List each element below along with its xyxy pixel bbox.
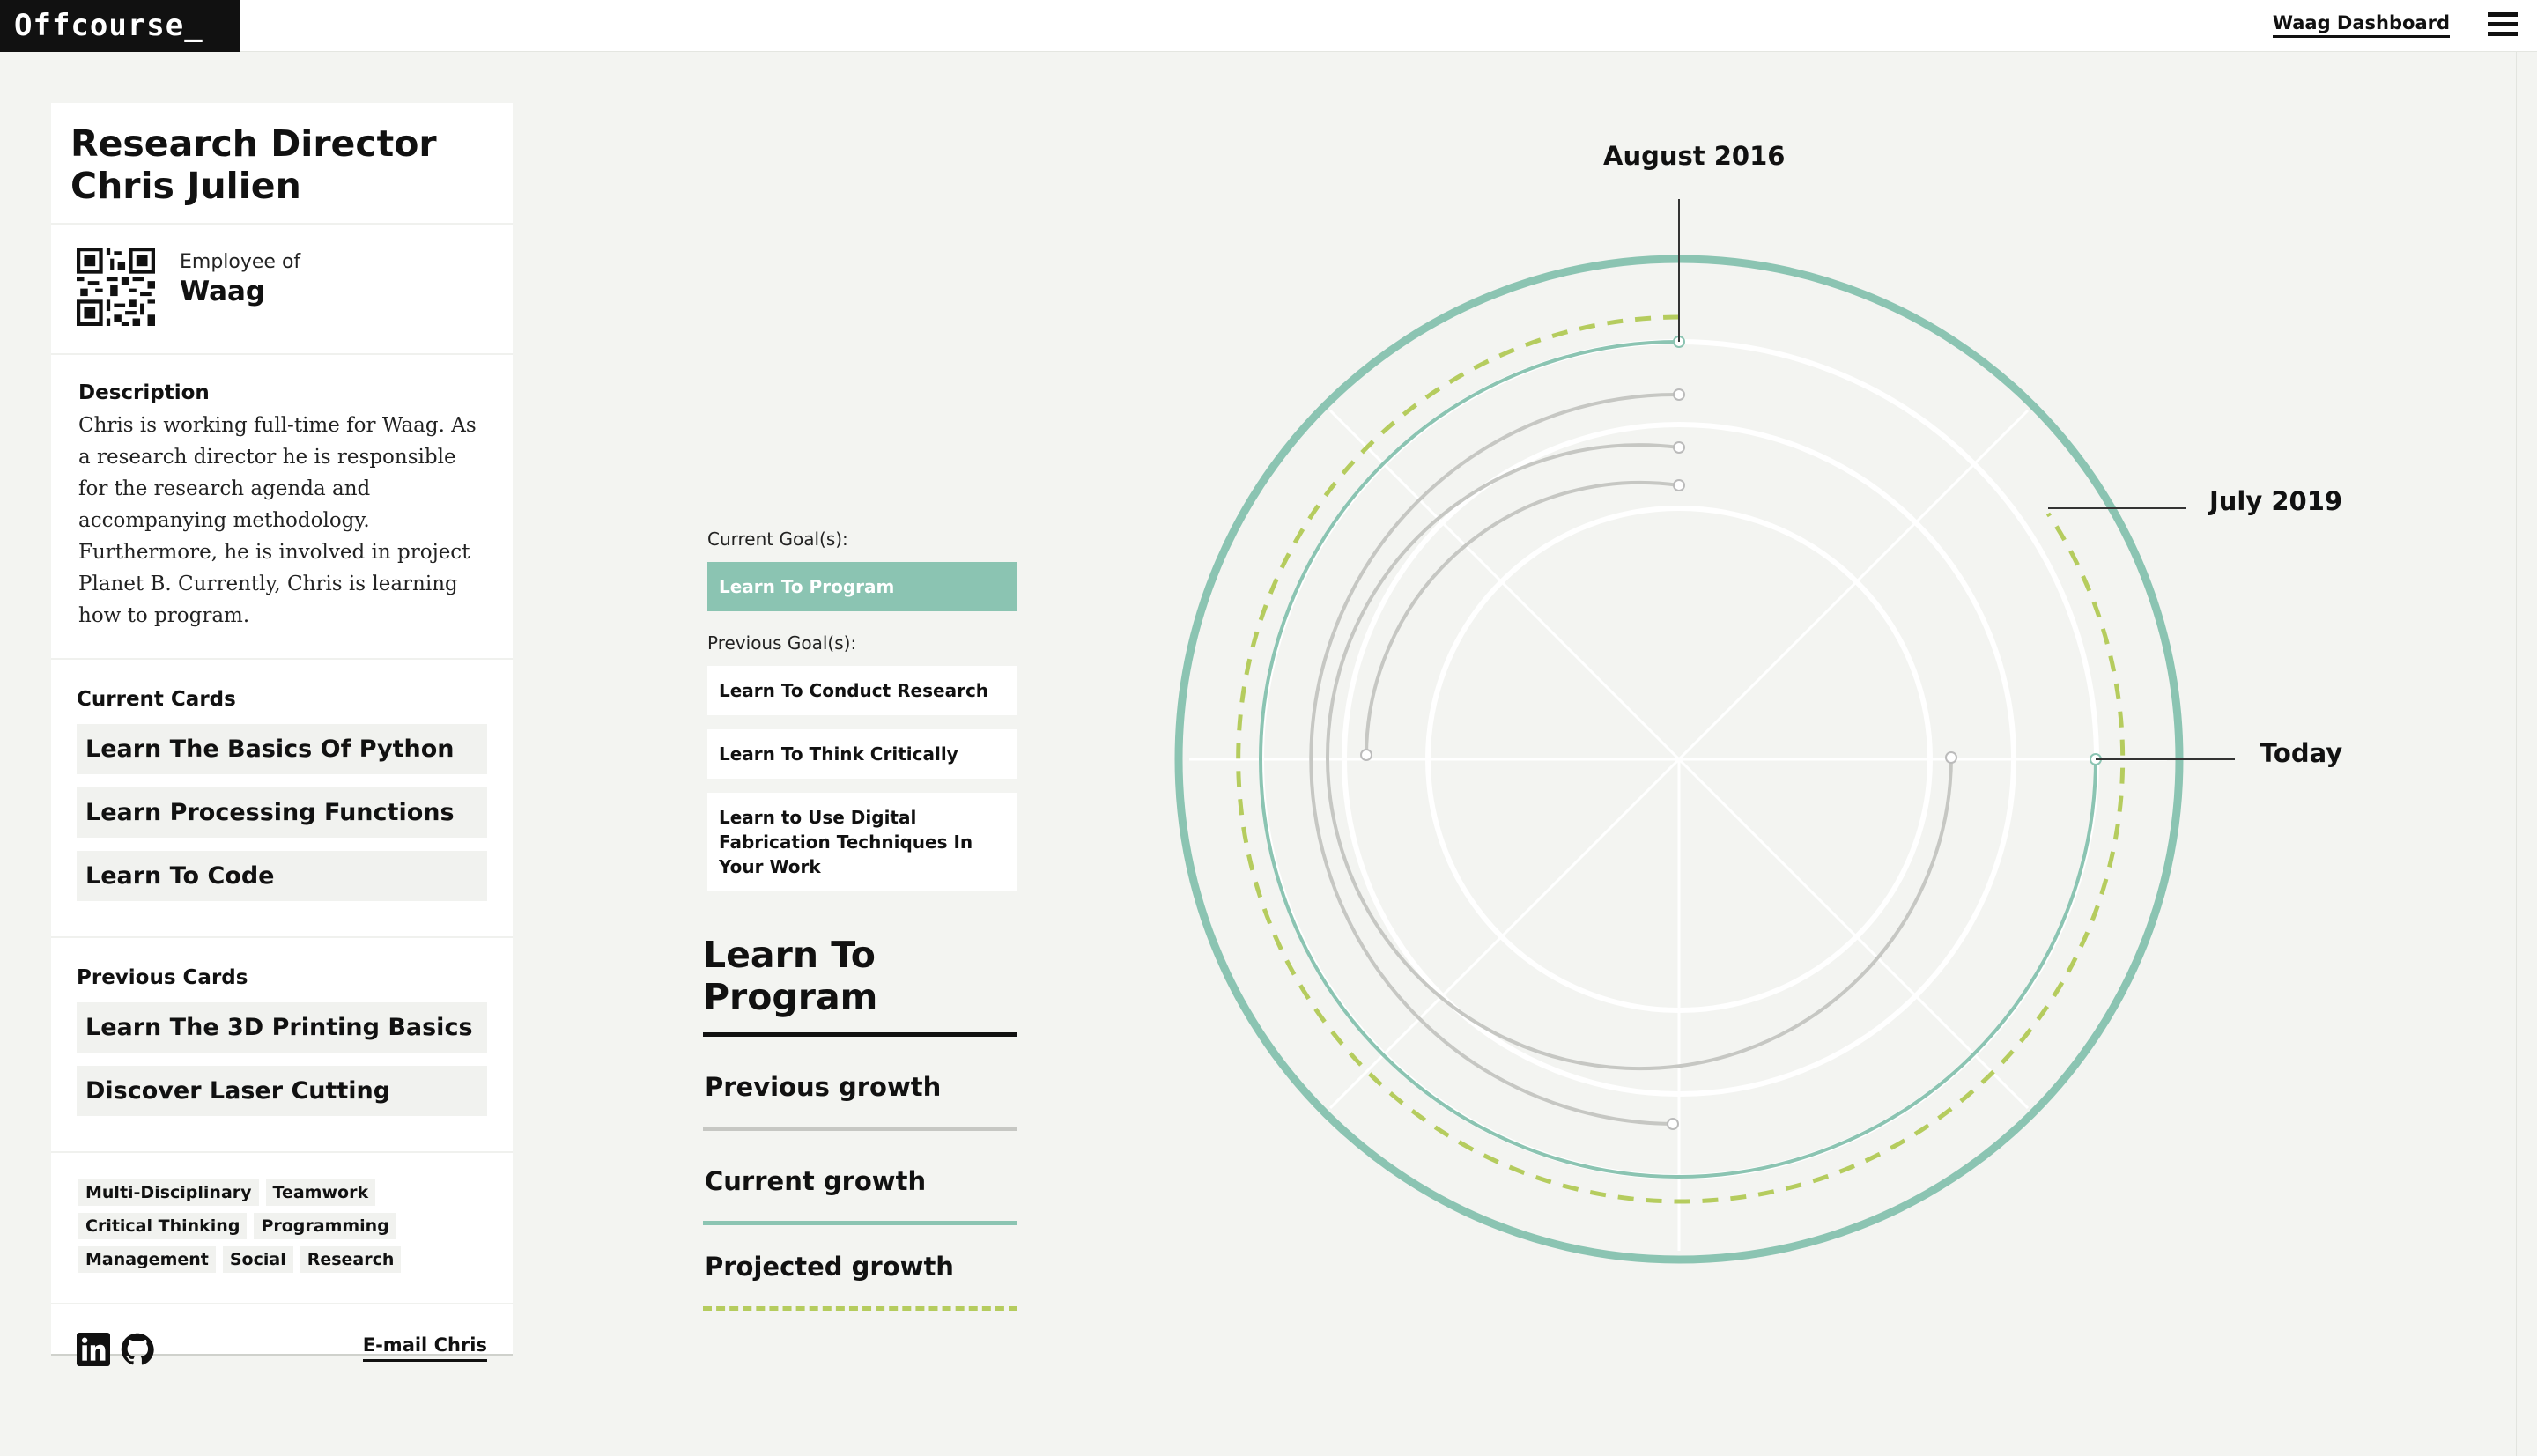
chart-label-projected: July 2019 [2209, 486, 2343, 516]
tag[interactable]: Multi-Disciplinary [78, 1179, 259, 1206]
email-link[interactable]: E-mail Chris [362, 1334, 487, 1362]
profile-card: Research Director Chris Julien Employee … [51, 103, 513, 1366]
growth-chart: August 2016 July 2019 Today [1057, 106, 2467, 1304]
previous-goal-item[interactable]: Learn To Think Critically [707, 729, 1017, 779]
dashboard-link[interactable]: Waag Dashboard [2272, 12, 2450, 38]
tags-section: Multi-Disciplinary Teamwork Critical Thin… [51, 1153, 513, 1304]
employer-section: Employee of Waag [51, 225, 513, 355]
employer-name[interactable]: Waag [180, 276, 265, 307]
card-item[interactable]: Discover Laser Cutting [77, 1066, 487, 1116]
legend-previous-growth: Previous growth [703, 1037, 1017, 1131]
growth-chart-svg [1174, 199, 2235, 1264]
tag[interactable]: Programming [254, 1213, 396, 1239]
app-logo[interactable]: Offcourse_ [0, 0, 240, 52]
chart-label-start: August 2016 [1603, 141, 1786, 171]
scrollbar[interactable] [2516, 52, 2537, 1456]
description-heading: Description [78, 381, 210, 404]
hamburger-menu-icon[interactable] [2488, 12, 2518, 37]
card-item[interactable]: Learn The Basics Of Python [77, 724, 487, 774]
tag[interactable]: Critical Thinking [78, 1213, 248, 1239]
description-text: Chris is working full-time for Waag. As … [78, 414, 477, 627]
card-item[interactable]: Learn Processing Functions [77, 787, 487, 838]
current-goals-label: Current Goal(s): [707, 528, 848, 550]
previous-goal-item[interactable]: Learn To Conduct Research [707, 666, 1017, 715]
card-item[interactable]: Learn The 3D Printing Basics [77, 1002, 487, 1053]
tag[interactable]: Research [300, 1246, 402, 1273]
qr-code-icon [77, 248, 155, 326]
current-cards-section: Current Cards Learn The Basics Of Python… [51, 660, 513, 938]
tag[interactable]: Teamwork [265, 1179, 376, 1206]
profile-footer: E-mail Chris [51, 1304, 513, 1389]
growth-legend: Learn To Program Previous growth Current… [703, 934, 1017, 1311]
goals-panel: Current Goal(s): Learn To Program Previo… [707, 528, 1017, 905]
arc-marker [1360, 749, 1372, 761]
top-bar: Offcourse_ Waag Dashboard [0, 0, 2537, 52]
description-section: Description Chris is working full-time f… [51, 355, 513, 660]
legend-projected-growth: Projected growth [703, 1225, 1017, 1311]
arc-marker [1667, 1118, 1679, 1130]
profile-title: Research Director Chris Julien [51, 103, 513, 225]
linkedin-icon[interactable] [77, 1333, 110, 1366]
current-cards-heading: Current Cards [77, 688, 236, 711]
employee-of-label: Employee of [180, 251, 301, 273]
arc-marker [1673, 388, 1685, 401]
current-goal-item[interactable]: Learn To Program [707, 562, 1017, 611]
arc-marker [1945, 751, 1957, 764]
arc-marker [1673, 441, 1685, 454]
previous-goal-item[interactable]: Learn to Use Digital Fabrication Techniq… [707, 793, 1017, 891]
legend-title: Learn To Program [703, 934, 1017, 1037]
github-icon[interactable] [121, 1333, 154, 1366]
profile-role: Research Director [70, 122, 437, 165]
previous-cards-heading: Previous Cards [77, 966, 248, 989]
card-item[interactable]: Learn To Code [77, 851, 487, 901]
previous-goals-label: Previous Goal(s): [707, 632, 857, 654]
previous-cards-section: Previous Cards Learn The 3D Printing Bas… [51, 938, 513, 1153]
tag[interactable]: Social [222, 1246, 293, 1273]
profile-name: Chris Julien [70, 165, 301, 207]
tag[interactable]: Management [78, 1246, 216, 1273]
chart-label-today: Today [2260, 738, 2343, 768]
arc-marker [1673, 479, 1685, 491]
legend-current-growth: Current growth [703, 1131, 1017, 1225]
